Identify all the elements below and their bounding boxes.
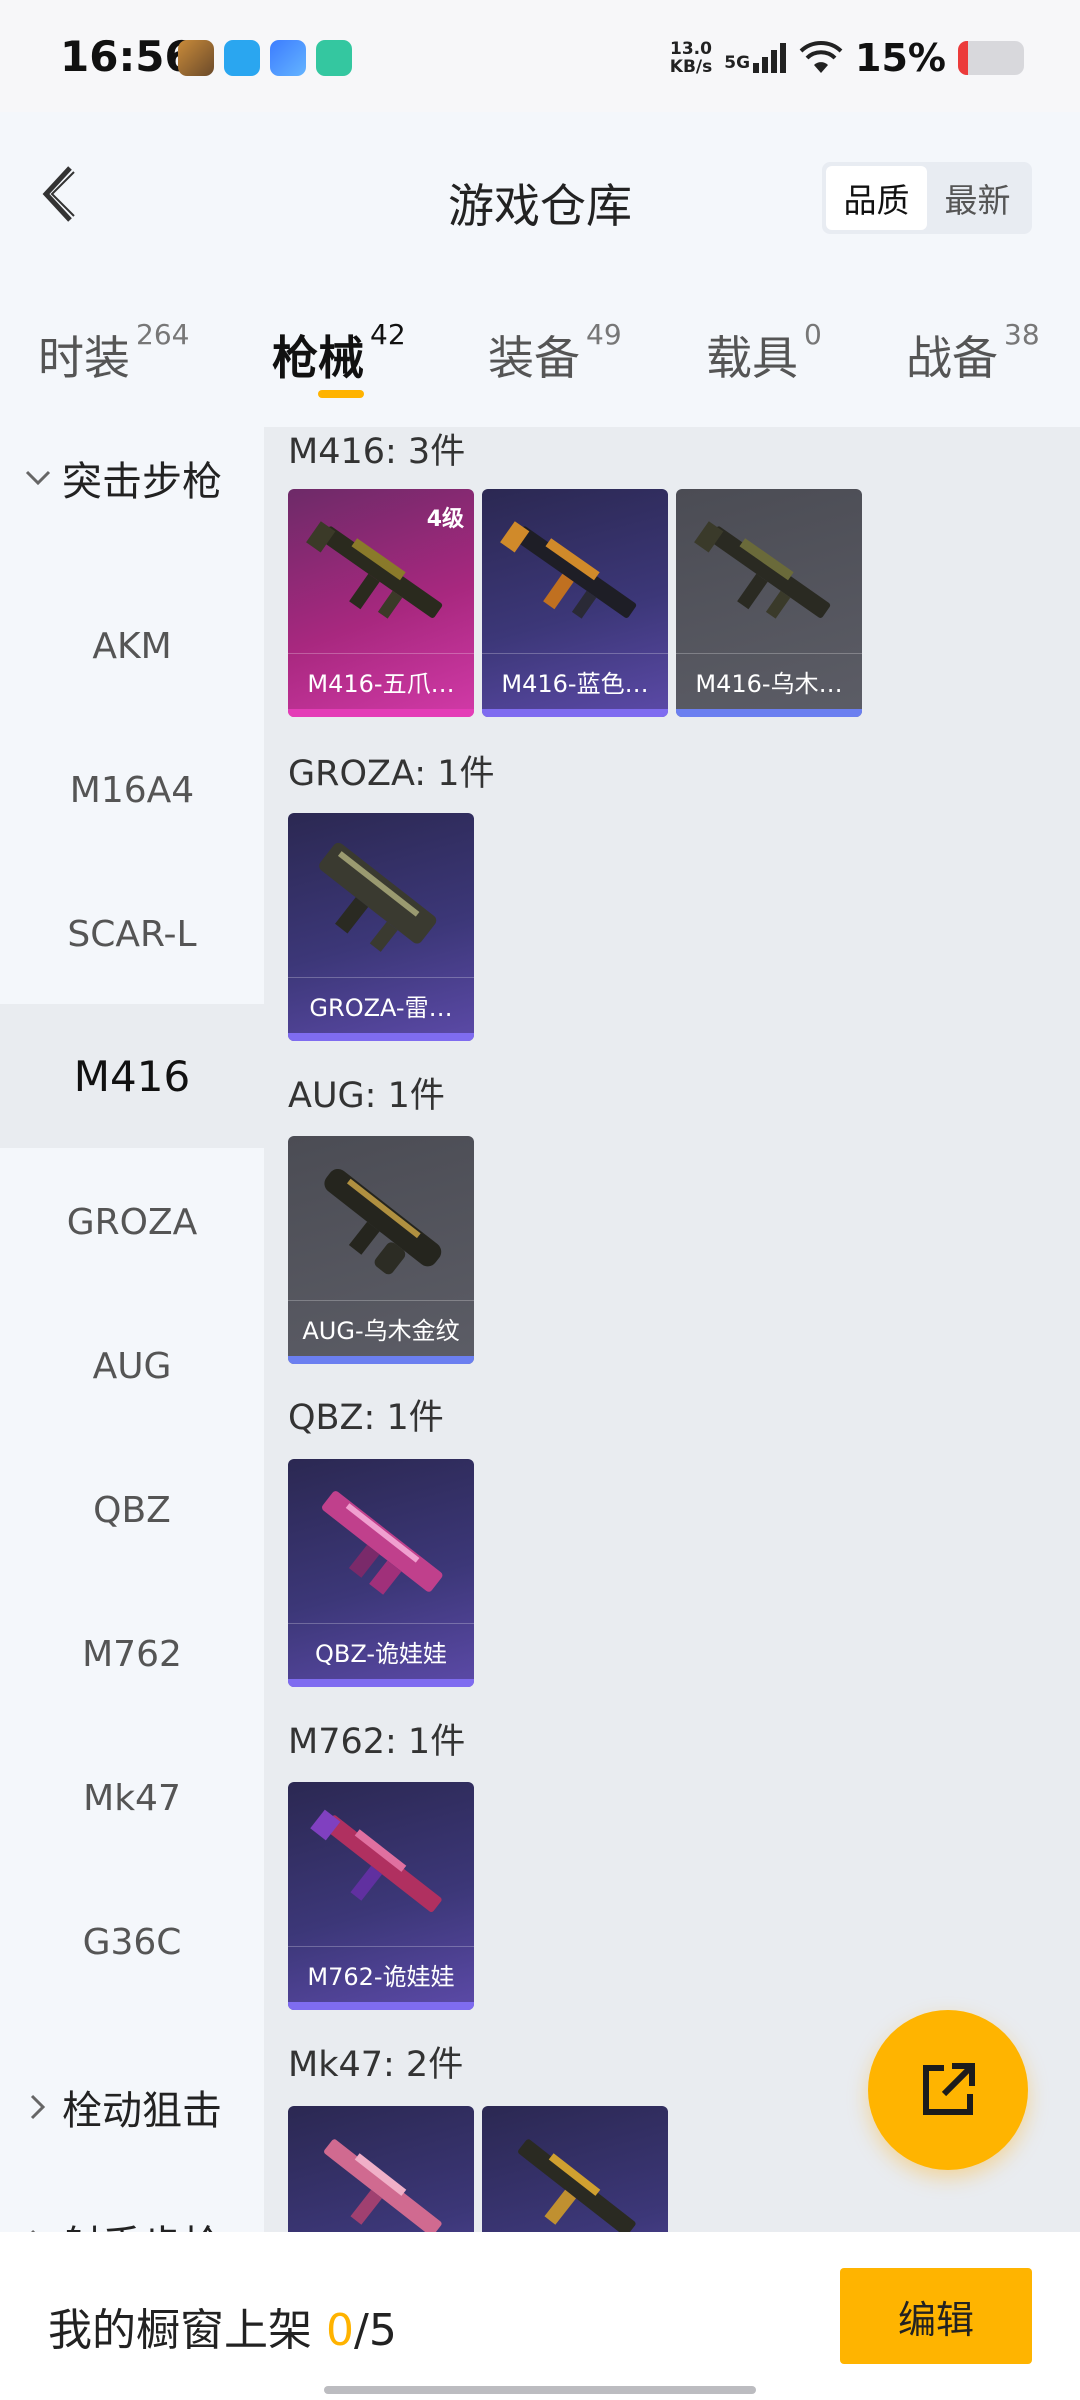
quality-bar bbox=[288, 1356, 474, 1364]
chat-app-icon bbox=[224, 40, 260, 76]
shield-app-icon bbox=[316, 40, 352, 76]
showcase-status: 我的橱窗上架 0/5 bbox=[48, 2305, 397, 2356]
category-tabs: 时装 264 枪械 42 装备 49 载具 0 战备 38 bbox=[0, 262, 1080, 427]
quality-bar bbox=[288, 2002, 474, 2010]
showcase-max: 5 bbox=[368, 2305, 397, 2356]
sidebar-item-scar-l[interactable]: SCAR-L bbox=[0, 862, 264, 1006]
weapon-card[interactable]: QBZ-诡娃娃 bbox=[288, 1459, 474, 1687]
quality-bar bbox=[288, 1679, 474, 1687]
bottom-bar: 我的橱窗上架 0/5 编辑 bbox=[0, 2232, 1080, 2400]
section-title-aug: AUG: 1件 bbox=[288, 1076, 445, 1116]
section-title-m416: M416: 3件 bbox=[288, 432, 466, 472]
showcase-count: 0 bbox=[326, 2305, 354, 2356]
quality-bar bbox=[482, 709, 668, 717]
sidebar-item-g36c[interactable]: G36C bbox=[0, 1870, 264, 2014]
rifle-icon bbox=[322, 1491, 443, 1595]
sidebar-item-m16a4[interactable]: M16A4 bbox=[0, 718, 264, 862]
sidebar-item-akm[interactable]: AKM bbox=[0, 574, 264, 718]
sort-toggle: 品质 最新 bbox=[822, 162, 1032, 234]
weapon-list: M416: 3件 4级 M416-五爪… M416-蓝色… M416-乌木… G… bbox=[264, 427, 1080, 2232]
weapon-card[interactable]: M416-蓝色… bbox=[482, 489, 668, 717]
sort-quality-option[interactable]: 品质 bbox=[826, 166, 927, 230]
sidebar-item-groza[interactable]: GROZA bbox=[0, 1150, 264, 1294]
weapon-name: AUG-乌木金纹 bbox=[288, 1300, 474, 1356]
status-right: 13.0 KB/s 5G 15% bbox=[670, 36, 1024, 80]
chevron-right-icon bbox=[18, 2087, 58, 2127]
home-indicator[interactable] bbox=[324, 2386, 756, 2394]
header: 游戏仓库 品质 最新 bbox=[0, 112, 1080, 262]
game-app-icon bbox=[178, 40, 214, 76]
wifi-icon bbox=[799, 41, 843, 73]
weapon-name: QBZ-诡娃娃 bbox=[288, 1623, 474, 1679]
status-time: 16:56 bbox=[60, 32, 194, 81]
chevron-down-icon bbox=[18, 458, 58, 498]
sidebar-item-aug[interactable]: AUG bbox=[0, 1294, 264, 1438]
battery-icon bbox=[958, 41, 1024, 75]
sidebar-group-marksman-rifles[interactable]: 射手步枪 bbox=[0, 2197, 264, 2232]
weapon-name: M762-诡娃娃 bbox=[288, 1946, 474, 2002]
status-app-icons bbox=[178, 40, 352, 76]
weapon-card[interactable]: GROZA-雷… bbox=[288, 813, 474, 1041]
share-icon bbox=[923, 2063, 975, 2115]
signal-icon: 5G bbox=[724, 43, 787, 73]
sidebar-item-m762[interactable]: M762 bbox=[0, 1582, 264, 1726]
tab-outfits[interactable]: 时装 264 bbox=[38, 318, 189, 388]
weapon-card[interactable] bbox=[482, 2106, 668, 2232]
rifle-icon bbox=[500, 521, 637, 619]
weapon-card[interactable]: 4级 M416-五爪… bbox=[288, 489, 474, 717]
rifle-icon bbox=[324, 1168, 442, 1275]
sidebar-group-assault-rifles[interactable]: 突击步枪 bbox=[0, 433, 264, 523]
battery-percent: 15% bbox=[855, 36, 946, 80]
quality-bar bbox=[676, 709, 862, 717]
sidebar-item-m416[interactable]: M416 bbox=[0, 1004, 264, 1148]
sidebar-group-bolt-snipers[interactable]: 栓动狙击 bbox=[0, 2062, 264, 2152]
active-tab-indicator bbox=[318, 390, 364, 398]
sidebar-item-qbz[interactable]: QBZ bbox=[0, 1438, 264, 1582]
chevron-right-icon bbox=[18, 2222, 58, 2232]
tab-vehicles[interactable]: 载具 0 bbox=[706, 318, 822, 388]
quality-bar bbox=[288, 709, 474, 717]
weapon-card[interactable]: M762-诡娃娃 bbox=[288, 1782, 474, 2010]
share-button[interactable] bbox=[868, 2010, 1028, 2170]
weapon-name: GROZA-雷… bbox=[288, 977, 474, 1033]
level-badge: 4级 bbox=[426, 507, 464, 532]
weapon-name: M416-五爪… bbox=[288, 653, 474, 709]
tab-guns[interactable]: 枪械 42 bbox=[272, 318, 406, 388]
rifle-icon bbox=[319, 842, 437, 952]
rifle-icon bbox=[694, 521, 831, 619]
sort-newest-option[interactable]: 最新 bbox=[927, 166, 1028, 230]
section-title-groza: GROZA: 1件 bbox=[288, 754, 495, 794]
rifle-icon bbox=[310, 1809, 442, 1913]
network-speed: 13.0 KB/s bbox=[669, 39, 713, 77]
edit-button[interactable]: 编辑 bbox=[840, 2268, 1032, 2364]
section-title-mk47: Mk47: 2件 bbox=[288, 2045, 464, 2085]
section-title-m762: M762: 1件 bbox=[288, 1722, 466, 1762]
weapon-card[interactable]: M416-乌木… bbox=[676, 489, 862, 717]
tab-supplies[interactable]: 战备 38 bbox=[906, 318, 1040, 388]
battery-fill bbox=[958, 41, 968, 75]
weapon-card[interactable] bbox=[288, 2106, 474, 2232]
weapon-card[interactable]: AUG-乌木金纹 bbox=[288, 1136, 474, 1364]
rifle-icon bbox=[324, 2139, 442, 2232]
quality-bar bbox=[288, 1033, 474, 1041]
rifle-icon bbox=[518, 2139, 636, 2232]
tab-equipment[interactable]: 装备 49 bbox=[488, 318, 622, 388]
cloud-app-icon bbox=[270, 40, 306, 76]
weapon-name: M416-乌木… bbox=[676, 653, 862, 709]
sidebar-item-mk47[interactable]: Mk47 bbox=[0, 1726, 264, 1870]
status-bar: 16:56 13.0 KB/s 5G 15% bbox=[0, 0, 1080, 112]
section-title-qbz: QBZ: 1件 bbox=[288, 1398, 444, 1438]
weapon-name: M416-蓝色… bbox=[482, 653, 668, 709]
weapon-sidebar: 突击步枪 AKM M16A4 SCAR-L M416 GROZA AUG QBZ… bbox=[0, 427, 264, 2232]
